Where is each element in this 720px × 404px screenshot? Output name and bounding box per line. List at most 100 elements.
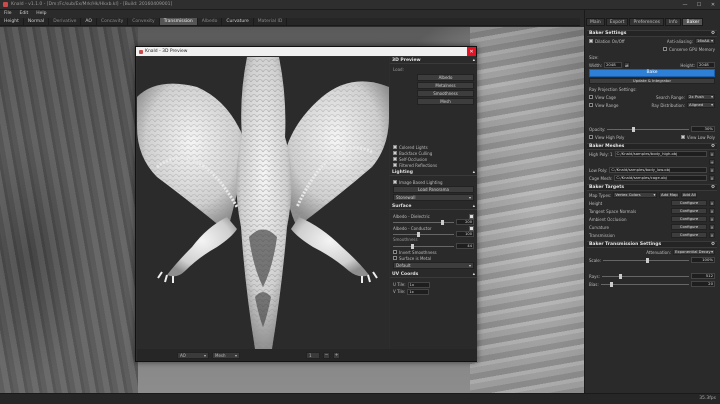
add-map-button[interactable]: Add Map: [659, 192, 680, 198]
close-icon[interactable]: ×: [709, 216, 715, 222]
close-button[interactable]: ✕: [706, 0, 720, 10]
panorama-select[interactable]: Stonewall ▾: [393, 194, 474, 201]
update-button[interactable]: Update & Integrator: [589, 78, 715, 84]
gear-icon[interactable]: ⚙: [711, 31, 715, 36]
slider-knob[interactable]: [619, 273, 623, 279]
u-tile-input[interactable]: 1x: [407, 281, 430, 288]
page-select[interactable]: 1: [306, 351, 320, 359]
baker-meshes-header[interactable]: Baker Meshes ⚙: [587, 143, 717, 150]
gear-icon[interactable]: ⚙: [711, 144, 715, 149]
configure-button[interactable]: Configure: [671, 208, 707, 214]
antialiasing-select[interactable]: 16xAA ▾: [695, 38, 715, 44]
minimize-button[interactable]: —: [678, 0, 692, 10]
bias-slider[interactable]: [600, 281, 689, 287]
slider-track[interactable]: [393, 243, 454, 249]
ibl-checkbox[interactable]: Image Based Lighting: [393, 179, 474, 185]
height-input[interactable]: 2048: [697, 62, 715, 68]
opacity-slider[interactable]: [607, 126, 689, 132]
slider-track[interactable]: [607, 126, 689, 132]
collapse-icon[interactable]: ▴: [473, 58, 475, 63]
3d-preview-canvas[interactable]: [137, 57, 389, 349]
rays-slider[interactable]: [601, 273, 689, 279]
slider-knob[interactable]: [440, 219, 444, 225]
dialog-close-button[interactable]: ✕: [467, 47, 476, 56]
dilation-checkbox[interactable]: [589, 39, 593, 43]
opacity-input[interactable]: 30%: [691, 126, 715, 132]
tab-ao[interactable]: AO: [81, 18, 97, 25]
v-tile-input[interactable]: 1x: [407, 288, 430, 295]
albedo-conductor-swatch[interactable]: [469, 225, 474, 231]
view-range-checkbox[interactable]: [589, 103, 593, 107]
attenuation-select[interactable]: Exponential Decay ▾: [673, 249, 715, 255]
slider-track[interactable]: [601, 273, 689, 279]
link-size-icon[interactable]: ⇄: [623, 62, 630, 68]
smoothness-value[interactable]: 44: [456, 243, 474, 249]
slider-track[interactable]: [393, 231, 454, 237]
bake-button[interactable]: Bake: [589, 69, 715, 77]
slider-track[interactable]: [600, 281, 689, 287]
search-range-select[interactable]: 2x Push ▾: [687, 94, 715, 100]
tab-curvature[interactable]: Curvature: [222, 18, 254, 25]
dialog-title-bar[interactable]: Knald - 3D Preview ✕: [136, 47, 476, 56]
load-mesh-button[interactable]: Mesh: [417, 98, 474, 105]
add-all-button[interactable]: Add All: [681, 192, 698, 198]
close-icon[interactable]: ×: [709, 208, 715, 214]
slider-track[interactable]: [393, 219, 454, 225]
low-poly-input[interactable]: C:/Knald/samples/body_low.obj: [609, 167, 707, 173]
tab-derivative[interactable]: Derivative: [49, 18, 82, 25]
tab-albedo[interactable]: Albedo: [198, 18, 223, 25]
albedo-dielectric-value[interactable]: 200: [456, 219, 474, 225]
slider-knob[interactable]: [646, 257, 650, 263]
surface-preset-select[interactable]: Default ▾: [393, 262, 474, 269]
albedo-conductor-slider[interactable]: 100: [393, 231, 474, 237]
close-icon[interactable]: ×: [709, 224, 715, 230]
scale-slider[interactable]: [603, 257, 689, 263]
surface-is-metal-checkbox[interactable]: Surface is Metal: [393, 255, 474, 261]
tab-material-id[interactable]: Material ID: [254, 18, 288, 25]
menu-edit[interactable]: Edit: [16, 10, 33, 18]
minus-button[interactable]: −: [323, 351, 330, 359]
close-icon[interactable]: ×: [709, 232, 715, 238]
width-input[interactable]: 2048: [603, 62, 622, 68]
tab-export[interactable]: Export: [605, 18, 629, 26]
tab-height[interactable]: Height: [0, 18, 24, 25]
preview-mode-select[interactable]: AO ▾: [177, 351, 209, 359]
tab-convexity[interactable]: Convexity: [128, 18, 160, 25]
slider-knob[interactable]: [631, 126, 635, 132]
high-poly-input[interactable]: C:/Knald/samples/body_high.obj: [614, 151, 707, 157]
baker-settings-header[interactable]: Baker Settings ⚙: [587, 30, 717, 37]
menu-file[interactable]: File: [0, 10, 16, 18]
albedo-conductor-value[interactable]: 100: [456, 231, 474, 237]
conserve-gpu-checkbox[interactable]: [662, 47, 667, 51]
slider-knob[interactable]: [417, 231, 421, 237]
tab-main[interactable]: Main: [586, 18, 605, 26]
albedo-dielectric-slider[interactable]: 200: [393, 219, 474, 225]
view-high-poly-checkbox[interactable]: [589, 135, 593, 139]
load-smoothness-button[interactable]: Smoothness: [417, 90, 474, 97]
load-panorama-button[interactable]: Load Panorama: [393, 186, 474, 193]
collapse-icon[interactable]: ▴: [473, 170, 475, 175]
slider-knob[interactable]: [609, 281, 613, 287]
tab-transmission[interactable]: Transmission: [159, 18, 198, 25]
add-icon[interactable]: +: [709, 159, 715, 165]
slider-track[interactable]: [603, 257, 689, 263]
load-metalness-button[interactable]: Metalness: [417, 82, 474, 89]
smoothness-slider[interactable]: 44: [393, 243, 474, 249]
preview-mesh-select[interactable]: Mesh ▾: [212, 351, 240, 359]
filtered-reflections-checkbox[interactable]: Filtered Reflections: [393, 162, 474, 168]
close-icon[interactable]: ×: [709, 200, 715, 206]
load-albedo-button[interactable]: Albedo: [417, 74, 474, 81]
gear-icon[interactable]: ⚙: [711, 242, 715, 247]
view-cage-checkbox[interactable]: [589, 95, 593, 99]
close-icon[interactable]: ×: [709, 167, 715, 173]
menu-help[interactable]: Help: [32, 10, 50, 18]
gear-icon[interactable]: ⚙: [711, 185, 715, 190]
tab-baker[interactable]: Baker: [682, 18, 704, 26]
tab-info[interactable]: Info: [664, 18, 682, 26]
scale-input[interactable]: 100%: [691, 257, 715, 263]
rays-input[interactable]: 512: [691, 273, 715, 279]
plus-button[interactable]: +: [333, 351, 340, 359]
albedo-dielectric-swatch[interactable]: [469, 213, 474, 219]
configure-button[interactable]: Configure: [671, 200, 707, 206]
map-types-select[interactable]: Vertex Colors ▾: [613, 192, 658, 198]
